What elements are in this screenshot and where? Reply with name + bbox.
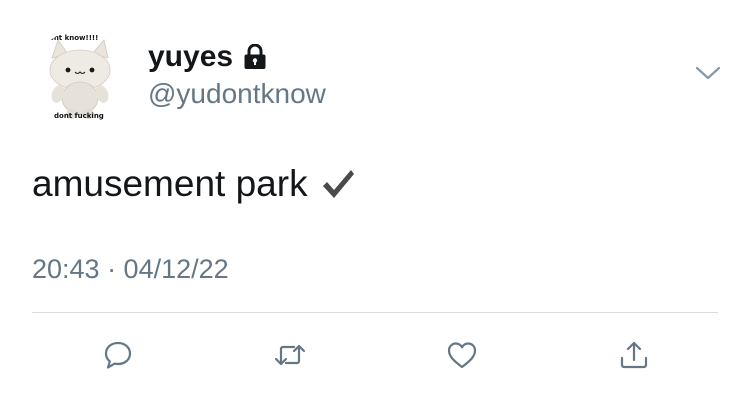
share-icon [618,339,650,376]
share-button[interactable] [614,337,654,377]
retweet-icon [273,340,307,375]
display-name[interactable]: yuyes [148,40,233,74]
display-name-row[interactable]: yuyes [148,40,267,74]
username[interactable]: @yudontknow [148,78,326,110]
avatar-caption-bottom: dont fucking [54,112,104,120]
avatar[interactable]: dont know!!!! dont fucking [32,30,128,126]
avatar-caption-top: dont know!!!! [44,34,99,42]
like-icon [446,340,478,375]
retweet-button[interactable] [270,337,310,377]
timestamp[interactable]: 20:43 · 04/12/22 [32,254,229,285]
like-button[interactable] [442,337,482,377]
lock-icon [243,44,267,70]
tweet-text: amusement park [32,163,308,204]
reply-icon [102,339,134,376]
tweet-text-row: amusement park [32,163,356,205]
check-mark-icon [320,167,356,201]
reply-button[interactable] [98,337,138,377]
chevron-down-icon[interactable] [694,62,722,84]
divider [32,312,718,313]
